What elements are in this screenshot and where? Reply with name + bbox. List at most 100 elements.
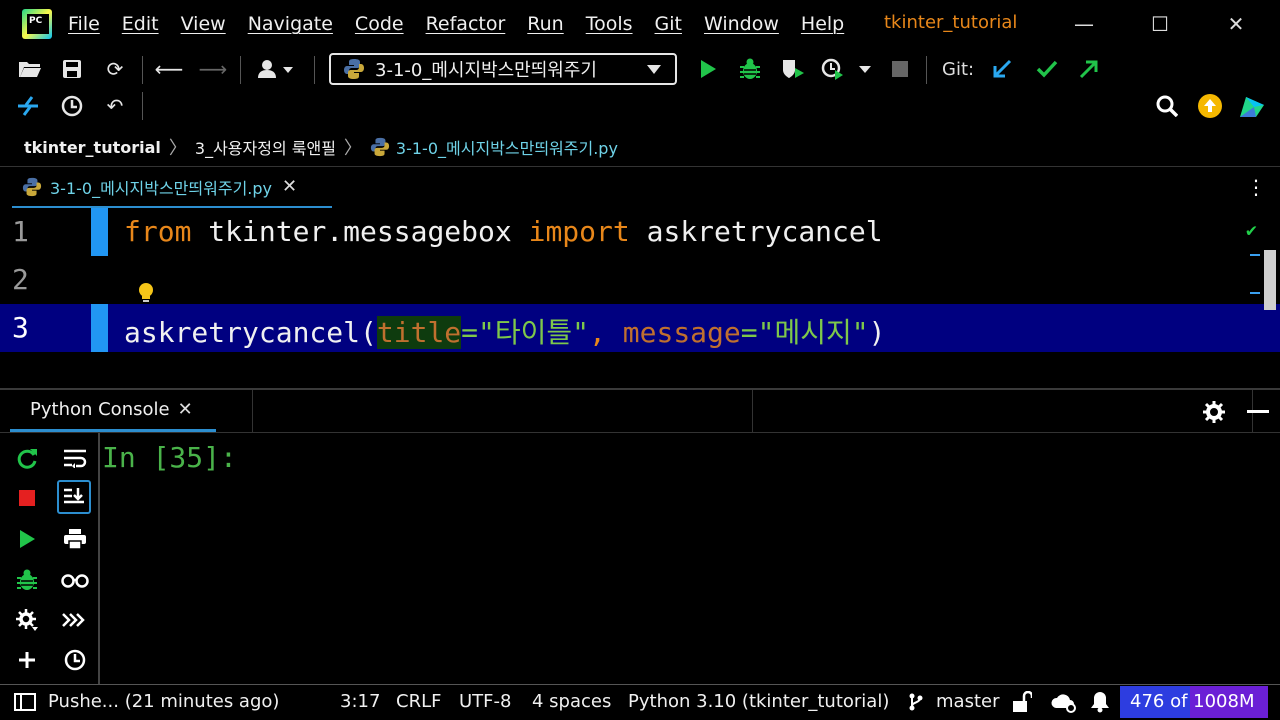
pycharm-logo xyxy=(22,9,52,39)
update-available-icon[interactable] xyxy=(1196,92,1224,120)
python-icon xyxy=(344,59,364,79)
show-variables-glasses-icon[interactable] xyxy=(58,563,92,597)
forward-arrow-icon[interactable]: ⟶ xyxy=(199,55,228,83)
breadcrumb-chevron-icon: 〉 xyxy=(168,138,187,159)
equals-sign: = xyxy=(740,316,758,349)
menu-run[interactable]: Run xyxy=(527,13,563,35)
sync-icon[interactable]: ⟳ xyxy=(101,55,129,83)
settings-gear-icon[interactable] xyxy=(1200,398,1228,426)
soft-wrap-icon[interactable] xyxy=(58,441,92,475)
menu-refactor[interactable]: Refactor xyxy=(426,13,506,35)
inspection-ok-icon[interactable]: ✔ xyxy=(1246,220,1257,241)
editor-scrollbar[interactable] xyxy=(1264,250,1276,310)
console-tab-close-icon[interactable]: ✕ xyxy=(178,399,193,420)
python-file-icon xyxy=(22,177,42,196)
debug-console-icon[interactable] xyxy=(10,563,44,597)
breadcrumb-project[interactable]: tkinter_tutorial xyxy=(24,138,161,157)
status-bar: Pushe... (21 minutes ago) 3:17 CRLF UTF-… xyxy=(0,684,1280,720)
profile-run-icon[interactable] xyxy=(820,55,874,83)
keyword-from: from xyxy=(124,215,192,248)
scroll-change-marker xyxy=(1250,292,1260,294)
command-queue-icon[interactable] xyxy=(58,603,92,637)
jetbrains-toolbox-icon[interactable] xyxy=(1238,92,1266,120)
maximize-button[interactable]: ☐ xyxy=(1138,8,1182,40)
console-history-icon[interactable] xyxy=(58,643,92,677)
debug-bug-icon[interactable] xyxy=(736,55,764,83)
code-line-3[interactable]: 3 askretrycancel(title="타이틀", message="메… xyxy=(0,304,1280,352)
back-arrow-icon[interactable]: ⟵ xyxy=(155,55,184,83)
python-file-icon xyxy=(370,137,390,157)
git-update-icon[interactable] xyxy=(988,55,1016,83)
tabs-more-icon[interactable]: ⋮ xyxy=(1246,175,1266,199)
scroll-change-marker xyxy=(1250,254,1260,256)
rollback-icon[interactable]: ↶ xyxy=(101,92,129,120)
search-icon[interactable] xyxy=(1153,92,1181,120)
module-name: tkinter.messagebox xyxy=(191,215,529,248)
minimize-button[interactable]: — xyxy=(1062,8,1106,40)
git-branch[interactable]: master xyxy=(936,691,999,712)
breadcrumb-chevron-icon: 〉 xyxy=(343,138,362,159)
menu-help[interactable]: Help xyxy=(801,13,844,35)
vcs-change-marker[interactable] xyxy=(91,304,108,352)
param-title: title xyxy=(376,316,462,349)
run-configuration-dropdown[interactable]: 3-1-0_메시지박스만띄워주기 xyxy=(329,53,677,85)
menu-view[interactable]: View xyxy=(181,13,226,35)
editor-tab-active[interactable]: 3-1-0_메시지박스만띄워주기.py ✕ xyxy=(12,167,332,209)
hide-panel-icon[interactable] xyxy=(1244,398,1272,426)
string-title: "타이틀" xyxy=(478,316,590,349)
git-branch-merge-icon[interactable] xyxy=(14,92,42,120)
console-prompt: In [35]: xyxy=(102,441,237,474)
git-label: Git: xyxy=(942,59,975,80)
breadcrumb-file[interactable]: 3-1-0_메시지박스만띄워주기.py xyxy=(396,135,618,159)
breadcrumb-folder[interactable]: 3_사용자정의 룩앤필 xyxy=(195,135,336,159)
scroll-to-end-icon[interactable] xyxy=(57,480,91,514)
code-text: from tkinter.messagebox import askretryc… xyxy=(124,215,883,248)
file-encoding[interactable]: UTF-8 xyxy=(459,691,511,712)
editor-tab-label: 3-1-0_메시지박스만띄워주기.py xyxy=(50,178,272,198)
print-icon[interactable] xyxy=(58,522,92,556)
code-editor[interactable]: 1 from tkinter.messagebox import askretr… xyxy=(0,208,1280,388)
git-commit-check-icon[interactable] xyxy=(1033,55,1061,83)
menu-navigate[interactable]: Navigate xyxy=(248,13,333,35)
console-settings-icon[interactable] xyxy=(10,603,44,637)
lock-icon[interactable] xyxy=(1012,690,1034,718)
main-toolbar: ⟳ ⟵ ⟶ 3-1-0_메시지박스만띄워주기 Git: ↶ xyxy=(0,48,1280,128)
indent-setting[interactable]: 4 spaces xyxy=(532,691,611,712)
code-line-1[interactable]: 1 from tkinter.messagebox import askretr… xyxy=(0,208,1280,256)
user-menu-icon[interactable] xyxy=(254,55,300,83)
menu-window[interactable]: Window xyxy=(704,13,779,35)
menu-code[interactable]: Code xyxy=(355,13,404,35)
git-push-icon[interactable] xyxy=(1075,55,1103,83)
menu-tools[interactable]: Tools xyxy=(586,13,633,35)
lightbulb-icon[interactable] xyxy=(136,281,156,305)
python-console-tab-label: Python Console xyxy=(30,399,170,420)
cloud-settings-icon[interactable] xyxy=(1050,692,1078,719)
toggle-tool-windows-icon[interactable] xyxy=(14,693,36,716)
push-status[interactable]: Pushe... (21 minutes ago) xyxy=(48,691,279,712)
python-console-tab[interactable]: Python Console ✕ xyxy=(10,390,216,432)
menu-edit[interactable]: Edit xyxy=(122,13,159,35)
rerun-console-icon[interactable] xyxy=(10,441,44,475)
run-with-coverage-icon[interactable] xyxy=(779,55,807,83)
line-separator[interactable]: CRLF xyxy=(396,691,441,712)
code-line-2[interactable]: 2 xyxy=(0,256,1280,304)
stop-icon[interactable] xyxy=(886,55,914,83)
caret-position[interactable]: 3:17 xyxy=(340,691,380,712)
execute-icon[interactable] xyxy=(10,522,44,556)
tab-close-icon[interactable]: ✕ xyxy=(282,176,297,197)
imported-name: askretrycancel xyxy=(629,215,883,248)
run-icon[interactable] xyxy=(694,55,722,83)
python-console[interactable]: In [35]: xyxy=(0,432,1280,685)
memory-indicator[interactable]: 476 of 1008M xyxy=(1120,686,1268,718)
menu-file[interactable]: File xyxy=(68,13,100,35)
python-interpreter[interactable]: Python 3.10 (tkinter_tutorial) xyxy=(628,691,889,712)
save-icon[interactable] xyxy=(58,55,86,83)
history-clock-icon[interactable] xyxy=(58,92,86,120)
stop-console-icon[interactable] xyxy=(10,481,44,515)
open-folder-icon[interactable] xyxy=(16,55,44,83)
close-window-button[interactable]: ✕ xyxy=(1214,8,1258,40)
notifications-bell-icon[interactable] xyxy=(1090,691,1110,718)
new-console-plus-icon[interactable] xyxy=(10,643,44,677)
vcs-change-marker[interactable] xyxy=(91,208,108,256)
menu-git[interactable]: Git xyxy=(655,13,682,35)
